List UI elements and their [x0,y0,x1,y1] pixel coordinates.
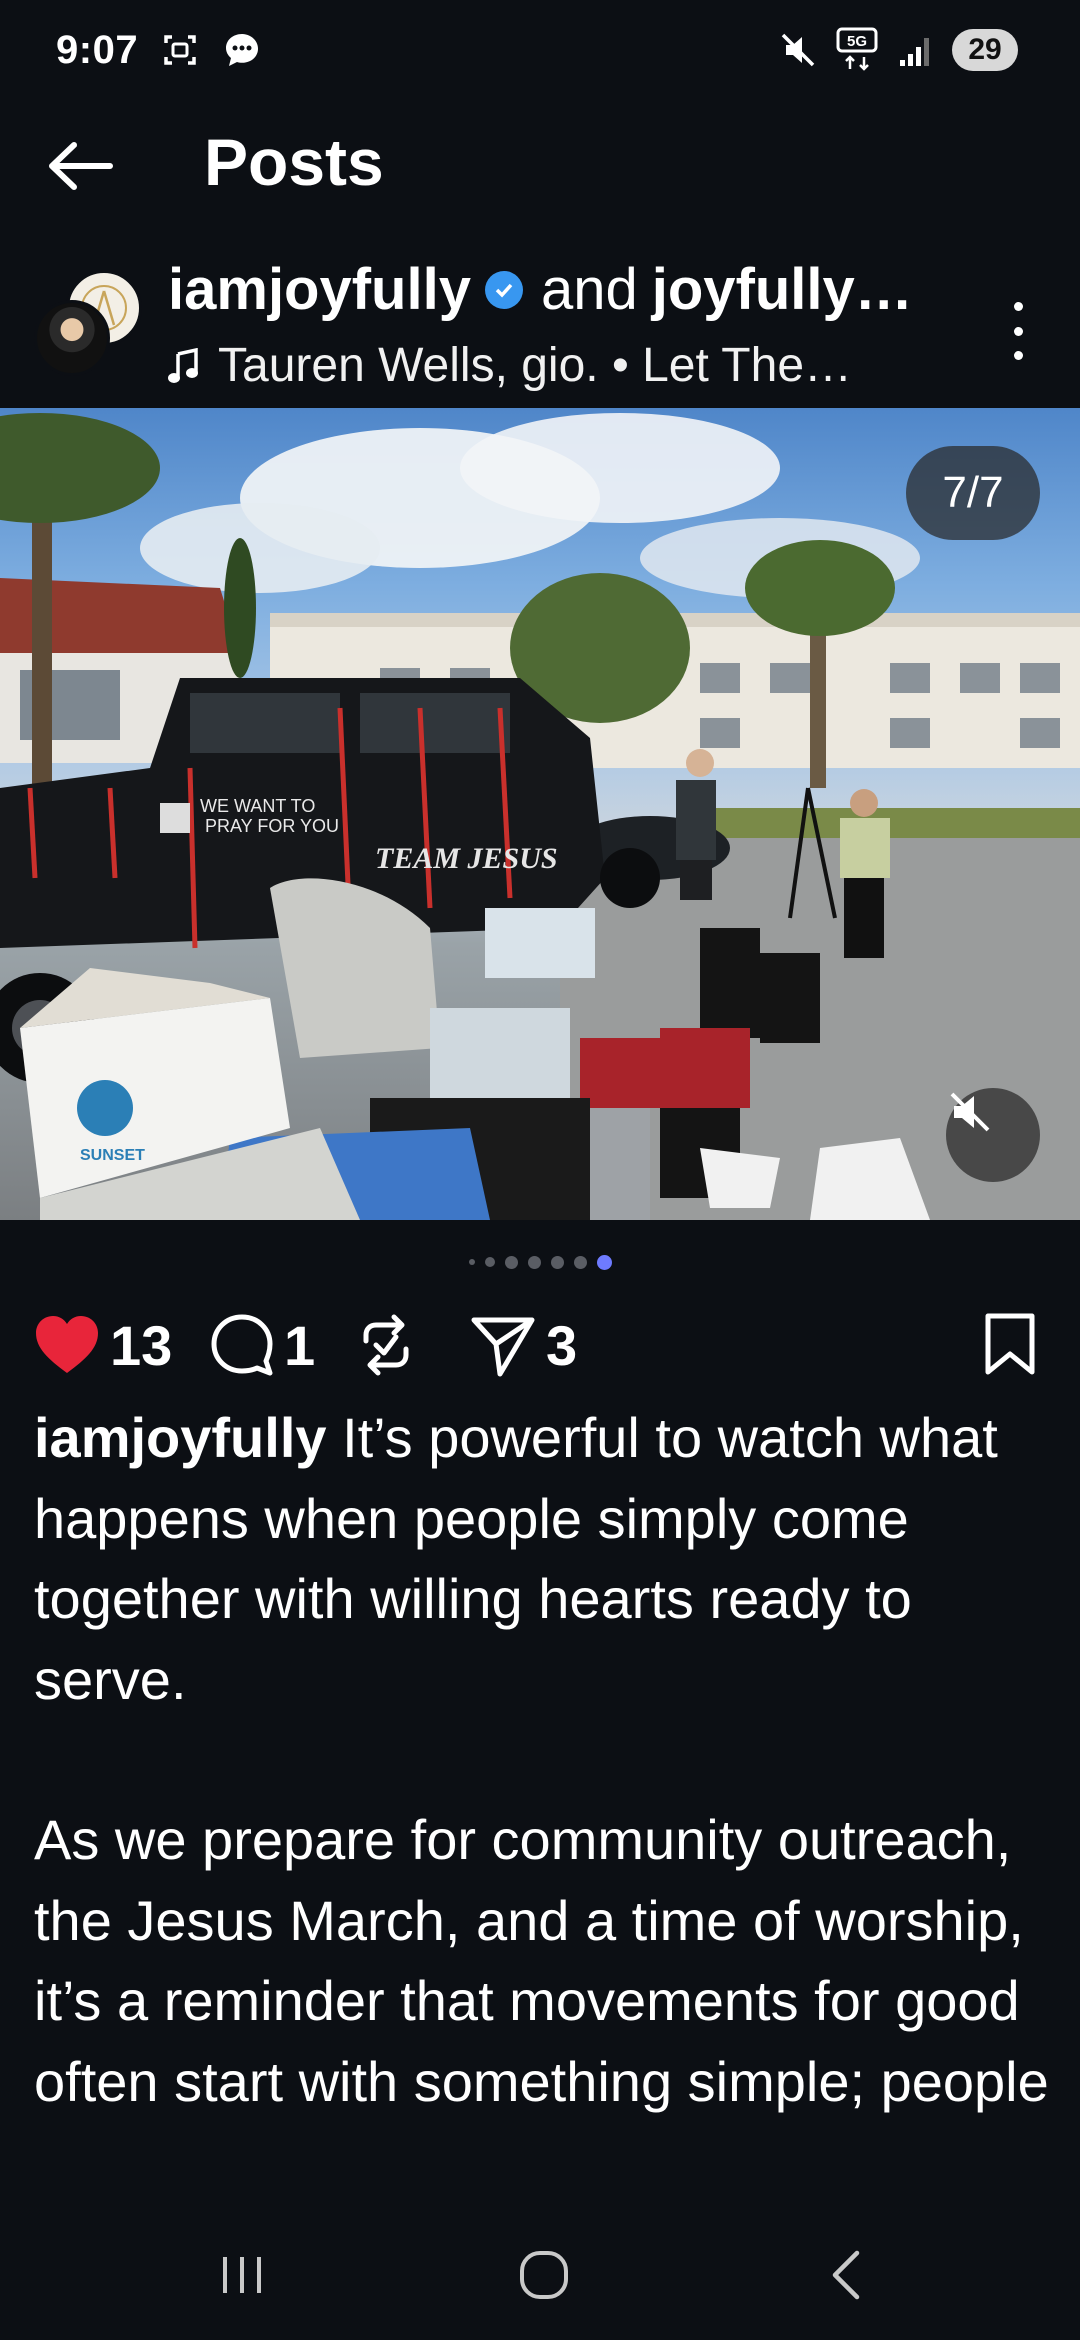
carousel-counter: 7/7 [906,446,1040,540]
collab-avatars[interactable] [34,270,144,380]
network-5g-icon: 5G [834,27,880,71]
chevron-left-icon [832,2250,860,2300]
share-count: 3 [546,1313,578,1377]
caption-username[interactable]: iamjoyfully [34,1406,327,1469]
screenshot-icon [160,30,200,70]
svg-text:PRAY FOR YOU: PRAY FOR YOU [205,816,339,836]
carousel-dot [573,1255,587,1269]
speaker-muted-icon [950,1092,990,1132]
carousel-dot [504,1255,518,1269]
comment-icon [211,1314,273,1376]
system-nav-bar [0,2210,1080,2340]
like-button[interactable]: 13 [34,1300,172,1390]
music-attribution[interactable]: Tauren Wells, gio. • Let The… [168,338,852,393]
status-left: 9:07 [56,28,262,73]
comment-button[interactable]: 1 [210,1300,315,1390]
post-header: iamjoyfully and joyfully… Tauren Wells, … [0,248,1080,408]
repost-button[interactable] [356,1300,416,1390]
music-note-icon [168,347,200,384]
carousel-dot [468,1259,475,1265]
message-icon [222,30,262,70]
verified-badge-icon [484,270,523,309]
repost-icon [363,1314,409,1376]
svg-text:TEAM JESUS: TEAM JESUS [375,842,558,875]
svg-text:WE WANT TO: WE WANT TO [200,796,315,816]
heart-filled-icon [36,1316,98,1373]
page-title: Posts [204,125,384,199]
more-vertical-icon [1013,302,1023,311]
battery-indicator: 29 [952,29,1018,71]
recent-apps-button[interactable] [182,2210,302,2340]
bookmark-icon [985,1313,1035,1375]
send-icon [471,1317,535,1377]
mute-button[interactable] [946,1088,1040,1182]
recent-apps-icon [223,2257,261,2293]
post-image[interactable]: WE WANT TO PRAY FOR YOU TEAM JESUS SUNSE… [0,408,1080,1220]
share-button[interactable]: 3 [470,1300,577,1390]
status-time: 9:07 [56,27,139,72]
save-button[interactable] [982,1312,1038,1381]
post-authors: iamjoyfully and joyfully… [168,256,913,323]
home-button[interactable] [484,2210,604,2340]
collaborator-username[interactable]: joyfully… [652,256,913,323]
svg-text:SUNSET: SUNSET [80,1147,145,1164]
caption-paragraph-2: As we prepare for community outreach, th… [34,1808,1049,2113]
app-header: Posts [0,110,1080,220]
arrow-left-icon [49,142,113,190]
author-connector: and [540,257,638,322]
music-text: Tauren Wells, gio. • Let The… [218,339,853,392]
carousel-dot [550,1255,564,1269]
svg-text:5G: 5G [847,33,867,50]
avatar[interactable] [34,300,110,376]
carousel-dots [0,1252,1080,1272]
post-caption: iamjoyfully It’s powerful to watch what … [34,1398,1054,2122]
carousel-dot-active [596,1254,612,1270]
carousel-dot [527,1255,541,1269]
comment-count: 1 [284,1313,316,1377]
like-count: 13 [110,1313,173,1377]
caption-paragraph: iamjoyfully It’s powerful to watch what … [34,1398,1054,1720]
back-button[interactable] [44,130,116,202]
more-options-button[interactable] [1000,296,1036,366]
status-right: 5G 29 [778,27,1018,71]
carousel-dot [484,1257,495,1267]
status-bar: 9:07 5G 29 [0,0,1080,100]
author-username[interactable]: iamjoyfully [168,256,471,323]
home-icon [520,2251,568,2299]
post-photo-illustration: WE WANT TO PRAY FOR YOU TEAM JESUS SUNSE… [0,413,1080,1220]
signal-icon [896,30,936,70]
nav-back-button[interactable] [786,2210,906,2340]
post-actions: 13 1 3 [0,1300,1080,1390]
muted-icon [778,30,818,70]
